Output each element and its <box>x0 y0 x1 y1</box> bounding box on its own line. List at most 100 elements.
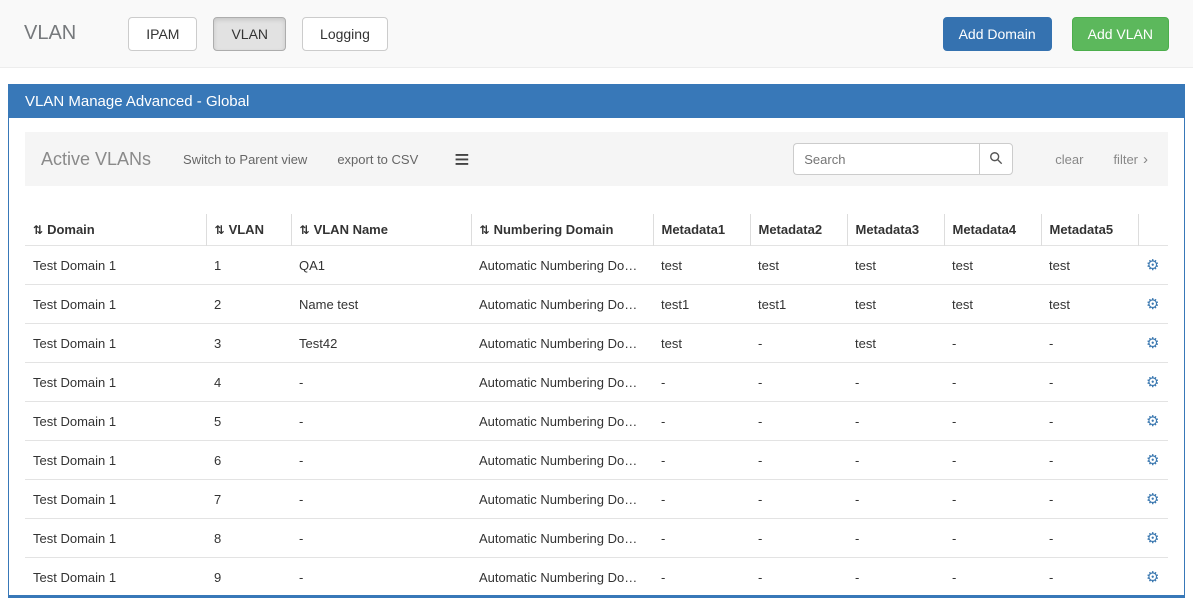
table-row: Test Domain 11QA1Automatic Numbering Dom… <box>25 246 1168 285</box>
vlan-table-body: Test Domain 11QA1Automatic Numbering Dom… <box>25 246 1168 599</box>
cell-m5: - <box>1041 441 1138 480</box>
active-vlans-title: Active VLANs <box>41 149 151 170</box>
cell-vlan: 6 <box>206 441 291 480</box>
cell-m4: test <box>944 285 1041 324</box>
cell-m2: - <box>750 363 847 402</box>
sort-icon: ⇅ <box>300 223 310 237</box>
cell-m5: test <box>1041 285 1138 324</box>
row-settings-gear-icon[interactable]: ⚙ <box>1146 569 1159 586</box>
cell-name: - <box>291 441 471 480</box>
column-label: Metadata3 <box>856 222 920 237</box>
table-header-row: ⇅Domain⇅VLAN⇅VLAN Name⇅Numbering DomainM… <box>25 214 1168 246</box>
cell-actions: ⚙ <box>1138 402 1168 441</box>
filter-link[interactable]: filter › <box>1113 151 1148 168</box>
column-label: Domain <box>47 222 95 237</box>
cell-m3: - <box>847 363 944 402</box>
column-label: Metadata2 <box>759 222 823 237</box>
row-settings-gear-icon[interactable]: ⚙ <box>1146 374 1159 391</box>
cell-m2: - <box>750 597 847 599</box>
row-settings-gear-icon[interactable]: ⚙ <box>1146 452 1159 469</box>
cell-m5: - <box>1041 597 1138 599</box>
cell-m1: test <box>653 246 750 285</box>
cell-m1: - <box>653 441 750 480</box>
switch-to-parent-view-link[interactable]: Switch to Parent view <box>183 152 307 167</box>
cell-vlan: 9 <box>206 558 291 597</box>
row-settings-gear-icon[interactable]: ⚙ <box>1146 257 1159 274</box>
row-settings-gear-icon[interactable]: ⚙ <box>1146 335 1159 352</box>
row-settings-gear-icon[interactable]: ⚙ <box>1146 296 1159 313</box>
cell-m1: - <box>653 558 750 597</box>
table-row: Test Domain 17-Automatic Numbering Doma.… <box>25 480 1168 519</box>
row-settings-gear-icon[interactable]: ⚙ <box>1146 491 1159 508</box>
menu-icon[interactable]: ≡ <box>454 146 469 172</box>
cell-m3: test <box>847 246 944 285</box>
column-header-domain[interactable]: ⇅ Domain <box>25 214 206 246</box>
column-label: VLAN <box>229 222 264 237</box>
add-domain-button[interactable]: Add Domain <box>943 17 1052 51</box>
cell-m3: - <box>847 402 944 441</box>
cell-m1: - <box>653 597 750 599</box>
column-header-m2: Metadata2 <box>750 214 847 246</box>
view-nav: IPAM VLAN Logging <box>128 17 388 51</box>
cell-numbering: Automatic Numbering Doma... <box>471 402 653 441</box>
column-header-name[interactable]: ⇅VLAN Name <box>291 214 471 246</box>
table-row: Test Domain 12Name testAutomatic Numberi… <box>25 285 1168 324</box>
cell-name: - <box>291 480 471 519</box>
cell-domain: Test Domain 1 <box>25 363 206 402</box>
clear-link[interactable]: clear <box>1055 152 1083 167</box>
table-toolbar: Active VLANs Switch to Parent view expor… <box>25 132 1168 186</box>
table-row: Test Domain 18-Automatic Numbering Doma.… <box>25 519 1168 558</box>
chevron-right-icon: › <box>1143 151 1148 168</box>
cell-m2: - <box>750 480 847 519</box>
cell-domain: Test Domain 1 <box>25 441 206 480</box>
top-bar: VLAN IPAM VLAN Logging Add Domain Add VLAN <box>0 0 1193 68</box>
table-row: Test Domain 15-Automatic Numbering Doma.… <box>25 402 1168 441</box>
row-settings-gear-icon[interactable]: ⚙ <box>1146 413 1159 430</box>
search-input[interactable] <box>793 143 979 175</box>
column-header-numbering[interactable]: ⇅Numbering Domain <box>471 214 653 246</box>
cell-m4: - <box>944 480 1041 519</box>
nav-tab-vlan[interactable]: VLAN <box>213 17 286 51</box>
cell-m5: test <box>1041 246 1138 285</box>
nav-tab-logging[interactable]: Logging <box>302 17 388 51</box>
cell-m5: - <box>1041 402 1138 441</box>
search-group <box>793 143 1013 175</box>
cell-numbering: Automatic Numbering Doma... <box>471 246 653 285</box>
cell-m3: test <box>847 285 944 324</box>
sort-icon: ⇅ <box>33 223 43 237</box>
table-row: Test Domain 13Test42Automatic Numbering … <box>25 324 1168 363</box>
cell-name: - <box>291 597 471 599</box>
cell-m1: test1 <box>653 285 750 324</box>
cell-numbering: Automatic Numbering Doma... <box>471 441 653 480</box>
cell-actions: ⚙ <box>1138 363 1168 402</box>
cell-vlan: 3 <box>206 324 291 363</box>
row-settings-gear-icon[interactable]: ⚙ <box>1146 530 1159 547</box>
cell-m1: - <box>653 480 750 519</box>
cell-numbering: Automatic Numbering Doma... <box>471 324 653 363</box>
column-label: Numbering Domain <box>494 222 614 237</box>
column-label: Metadata5 <box>1050 222 1114 237</box>
cell-m5: - <box>1041 480 1138 519</box>
cell-name: - <box>291 558 471 597</box>
table-row: Test Domain 19-Automatic Numbering Doma.… <box>25 558 1168 597</box>
cell-m1: - <box>653 402 750 441</box>
column-header-vlan[interactable]: ⇅VLAN <box>206 214 291 246</box>
cell-numbering: Automatic Numbering Doma... <box>471 363 653 402</box>
filter-link-label: filter <box>1113 152 1138 167</box>
cell-vlan: 2 <box>206 285 291 324</box>
cell-m5: - <box>1041 519 1138 558</box>
add-vlan-button[interactable]: Add VLAN <box>1072 17 1169 51</box>
column-header-m3: Metadata3 <box>847 214 944 246</box>
cell-domain: Test Domain 1 <box>25 285 206 324</box>
export-to-csv-link[interactable]: export to CSV <box>337 152 418 167</box>
column-header-m5: Metadata5 <box>1041 214 1138 246</box>
cell-actions: ⚙ <box>1138 558 1168 597</box>
cell-m1: - <box>653 363 750 402</box>
search-button[interactable] <box>979 143 1013 175</box>
search-icon <box>989 151 1003 168</box>
cell-actions: ⚙ <box>1138 597 1168 599</box>
cell-actions: ⚙ <box>1138 324 1168 363</box>
nav-tab-ipam[interactable]: IPAM <box>128 17 197 51</box>
cell-vlan: 4 <box>206 363 291 402</box>
cell-domain: Test Domain 1 <box>25 558 206 597</box>
